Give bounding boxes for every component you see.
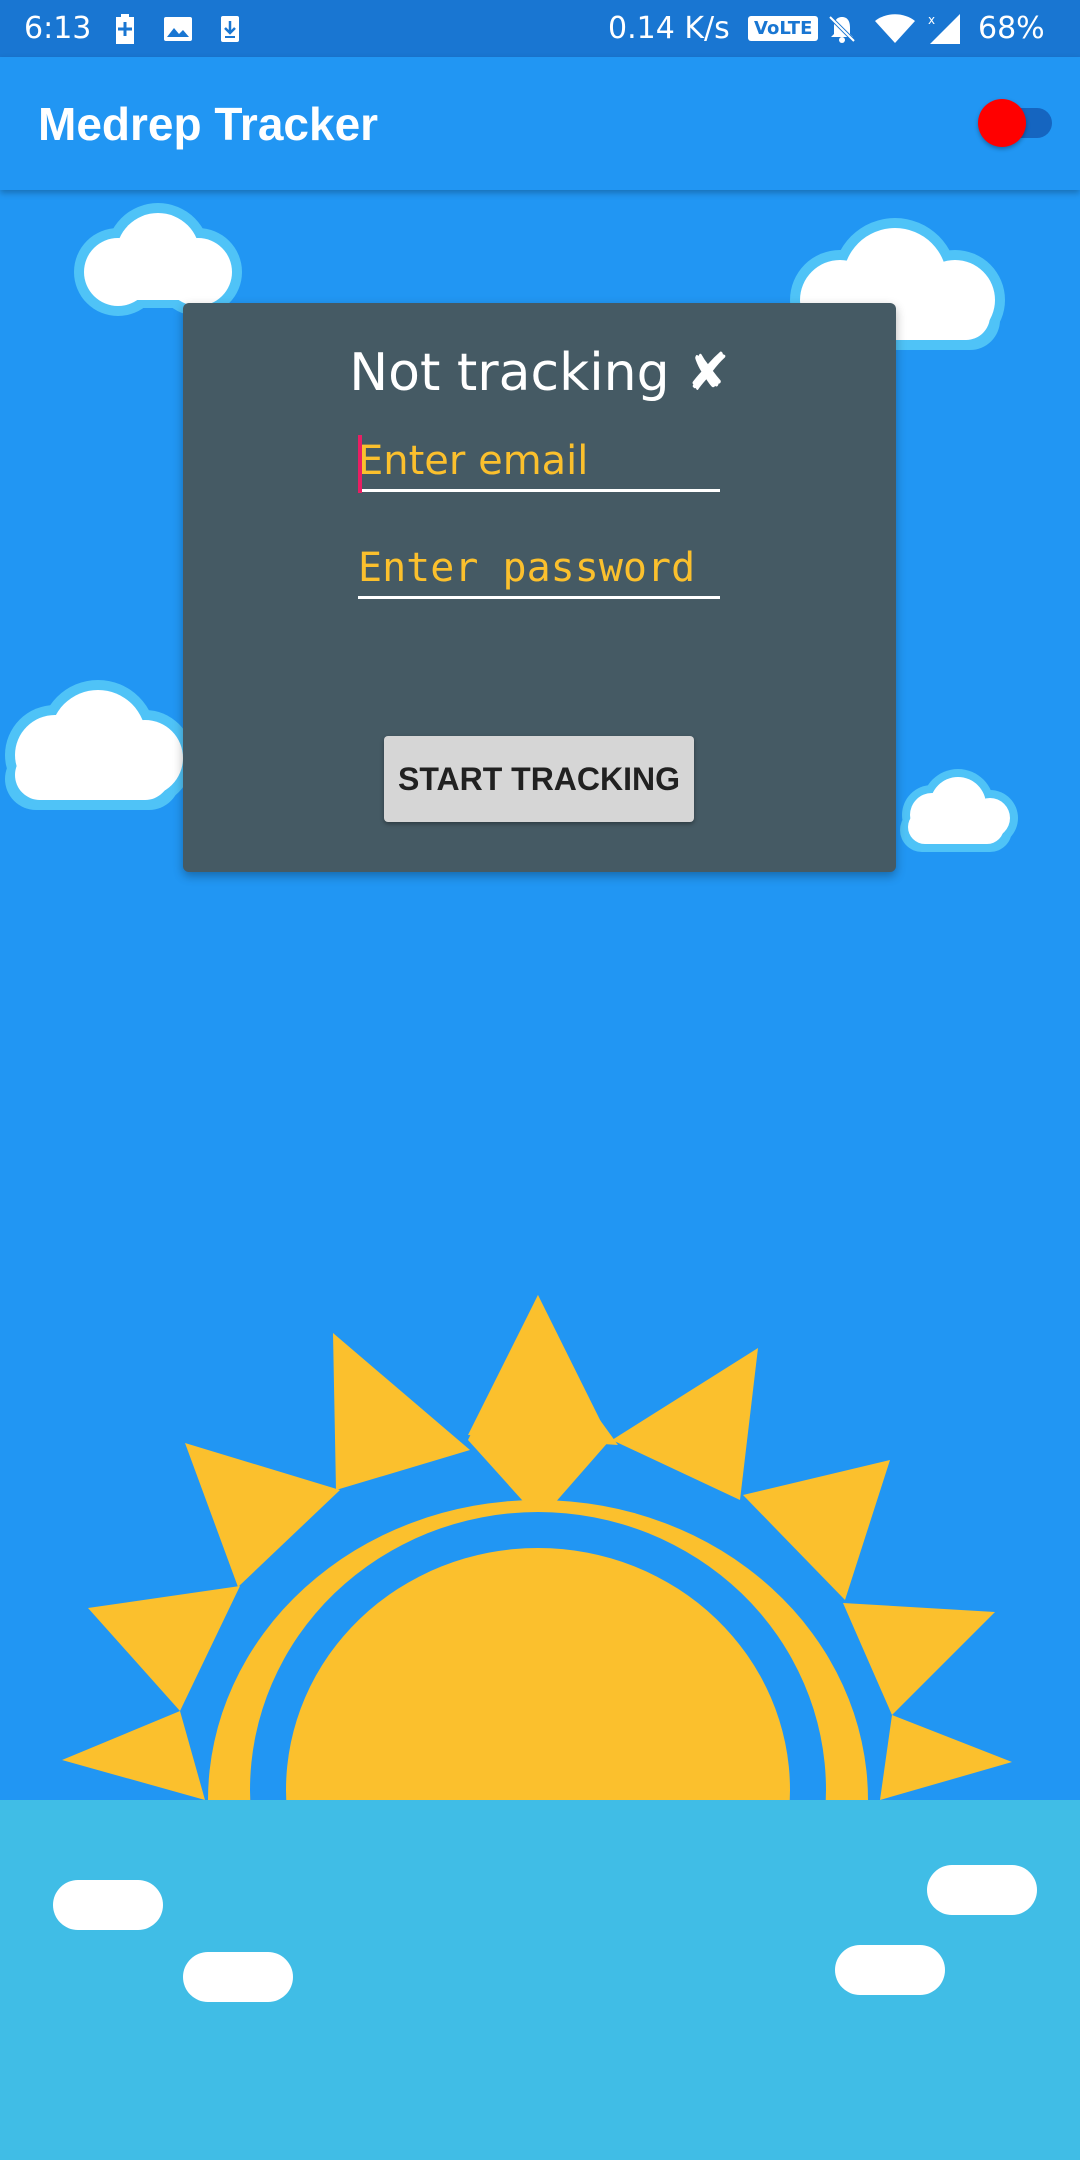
cloud-middle-left <box>5 680 193 810</box>
start-tracking-button[interactable]: START TRACKING <box>384 736 694 822</box>
cloud-middle-right <box>900 769 1018 852</box>
password-input[interactable] <box>358 540 720 599</box>
text-cursor <box>358 435 362 493</box>
cloud-top-left <box>74 203 242 316</box>
tracking-card: Not tracking ✘ START TRACKING <box>183 303 896 872</box>
tracking-status: Not tracking ✘ <box>349 343 730 403</box>
email-input[interactable] <box>358 433 720 492</box>
